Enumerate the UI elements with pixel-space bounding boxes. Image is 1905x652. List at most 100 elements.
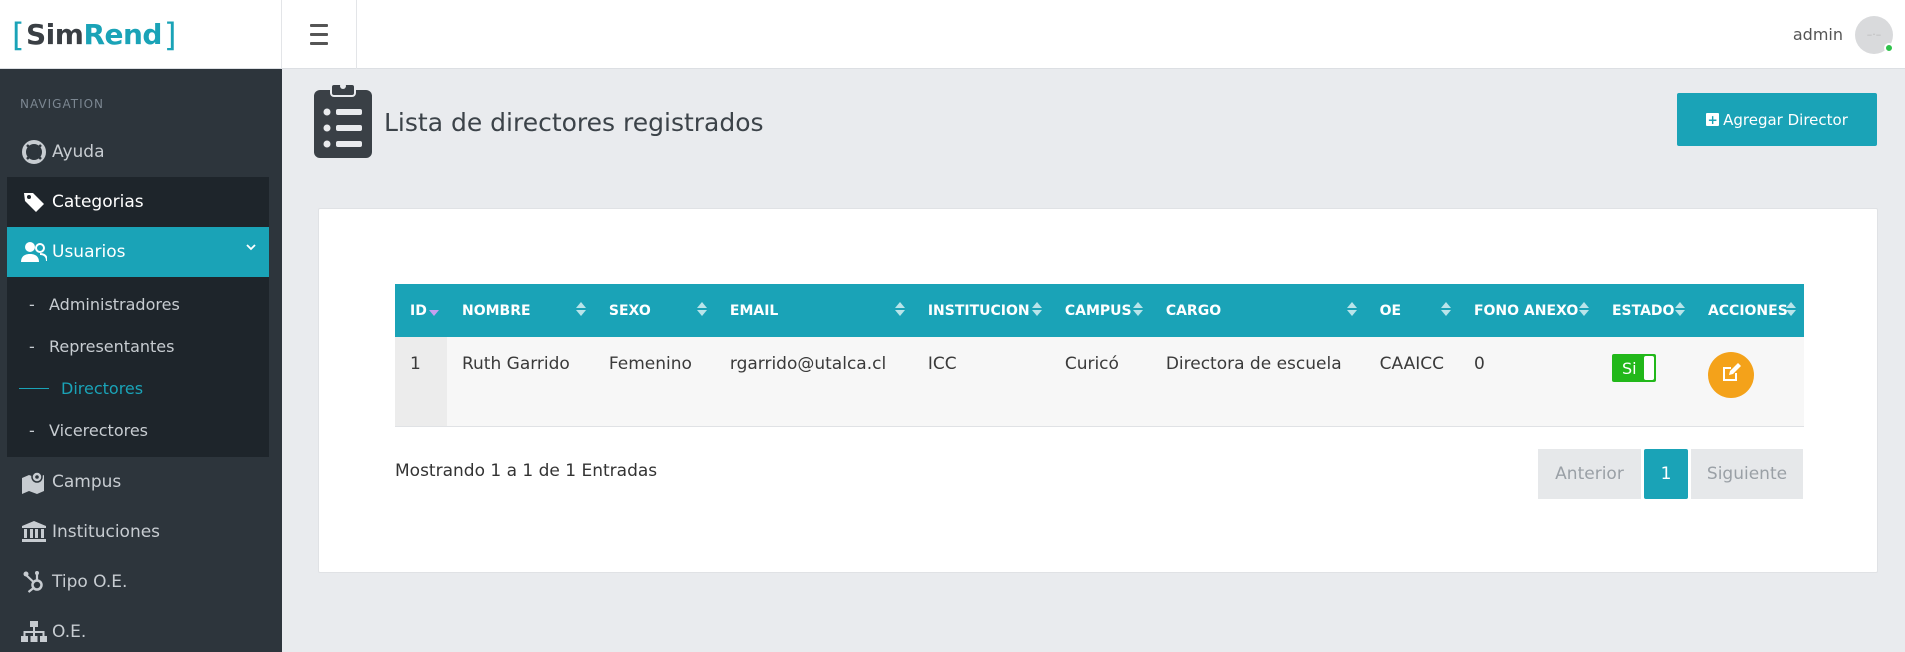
sort-icon bbox=[428, 302, 439, 316]
submenu-item-label: Representantes bbox=[49, 336, 175, 356]
sidebar-item-label: Ayuda bbox=[52, 142, 105, 162]
map-icon bbox=[20, 469, 48, 495]
online-status-icon bbox=[1884, 42, 1894, 53]
sidebar: NAVIGATION Ayuda Categorias Usuarios - A… bbox=[0, 69, 282, 652]
cell-sexo: Femenino bbox=[593, 337, 715, 427]
active-line-icon bbox=[19, 387, 49, 389]
sidebar-item-tipo-oe[interactable]: Tipo O.E. bbox=[0, 557, 282, 607]
dash-icon: - bbox=[29, 336, 35, 356]
cell-id: 1 bbox=[395, 337, 447, 427]
submenu-item-label: Administradores bbox=[49, 294, 180, 314]
institution-icon bbox=[20, 519, 48, 545]
cell-cargo: Directora de escuela bbox=[1150, 337, 1365, 427]
column-header-sexo[interactable]: SEXO bbox=[593, 284, 715, 337]
column-header-id[interactable]: ID bbox=[395, 284, 447, 337]
cell-nombre: Ruth Garrido bbox=[446, 337, 594, 427]
logo-bracket-open: [ bbox=[12, 15, 24, 54]
chevron-down-icon bbox=[245, 241, 257, 257]
column-header-fono-anexo[interactable]: FONO ANEXO bbox=[1458, 284, 1597, 337]
sort-icon bbox=[575, 302, 586, 316]
hamburger-icon bbox=[310, 21, 328, 48]
sort-icon bbox=[1132, 302, 1143, 316]
toggle-knob bbox=[1643, 356, 1654, 380]
column-label: OE bbox=[1379, 302, 1402, 319]
add-director-button[interactable]: + Agregar Director bbox=[1677, 93, 1877, 146]
directors-card: ID NOMBRE SEXO EMAIL INSTITUCION CAMPUS … bbox=[318, 208, 1878, 573]
logo-bracket-close: ] bbox=[163, 15, 176, 54]
column-label: SEXO bbox=[608, 302, 651, 319]
sidebar-item-label: Instituciones bbox=[52, 522, 161, 542]
logo-sim: Sim bbox=[25, 18, 84, 51]
column-header-estado[interactable]: ESTADO bbox=[1596, 284, 1693, 337]
column-header-email[interactable]: EMAIL bbox=[714, 284, 913, 337]
sidebar-item-campus[interactable]: Campus bbox=[0, 457, 282, 507]
hubspot-icon bbox=[20, 569, 48, 595]
plus-square-icon: + bbox=[1706, 112, 1720, 127]
column-header-institucion[interactable]: INSTITUCION bbox=[912, 284, 1050, 337]
pagination-page-1[interactable]: 1 bbox=[1644, 449, 1688, 499]
pagination-previous-button[interactable]: Anterior bbox=[1538, 449, 1641, 499]
pagination: Anterior 1 Siguiente bbox=[1538, 449, 1803, 499]
column-header-campus[interactable]: CAMPUS bbox=[1049, 284, 1151, 337]
life-ring-icon bbox=[20, 139, 48, 165]
submenu-item-vicerectores[interactable]: - Vicerectores bbox=[7, 409, 269, 451]
sort-icon bbox=[1674, 302, 1685, 316]
column-header-nombre[interactable]: NOMBRE bbox=[446, 284, 594, 337]
sort-icon bbox=[1440, 302, 1451, 316]
sidebar-item-label: Categorias bbox=[52, 192, 144, 212]
table-row: 1 Ruth Garrido Femenino rgarrido@utalca.… bbox=[395, 337, 1804, 427]
column-label: FONO ANEXO bbox=[1473, 302, 1579, 319]
cell-institucion: ICC bbox=[912, 337, 1050, 427]
sort-icon bbox=[1786, 302, 1796, 316]
cell-estado: Si bbox=[1596, 337, 1693, 427]
column-label: ID bbox=[410, 302, 427, 319]
edit-button[interactable] bbox=[1707, 352, 1754, 398]
sidebar-item-label: Usuarios bbox=[52, 242, 126, 262]
avatar-placeholder: –·– bbox=[1866, 28, 1882, 41]
menu-toggle-button[interactable] bbox=[282, 0, 357, 69]
submenu-item-directores[interactable]: Directores bbox=[7, 367, 269, 409]
usuarios-submenu: - Administradores - Representantes Direc… bbox=[7, 277, 269, 457]
avatar[interactable]: –·– bbox=[1855, 15, 1894, 54]
cell-email: rgarrido@utalca.cl bbox=[714, 337, 913, 427]
edit-icon bbox=[1721, 362, 1741, 388]
user-menu[interactable]: admin –·– bbox=[1793, 0, 1905, 69]
column-header-cargo[interactable]: CARGO bbox=[1150, 284, 1365, 337]
estado-toggle-label: Si bbox=[1621, 358, 1637, 378]
sidebar-item-usuarios[interactable]: Usuarios bbox=[7, 227, 269, 277]
column-header-oe[interactable]: OE bbox=[1364, 284, 1459, 337]
logo-rend: Rend bbox=[83, 18, 162, 51]
column-label: INSTITUCION bbox=[927, 302, 1030, 319]
sidebar-item-label: Tipo O.E. bbox=[52, 572, 128, 592]
column-label: CAMPUS bbox=[1064, 302, 1132, 319]
sidebar-item-label: Campus bbox=[52, 472, 122, 492]
cell-oe: CAAICC bbox=[1364, 337, 1459, 427]
column-header-acciones[interactable]: ACCIONES bbox=[1692, 284, 1804, 337]
sidebar-item-categorias[interactable]: Categorias bbox=[7, 177, 269, 227]
dash-icon: - bbox=[29, 420, 35, 440]
cell-campus: Curicó bbox=[1049, 337, 1151, 427]
sidebar-section-label: NAVIGATION bbox=[20, 97, 105, 111]
logo[interactable]: [ Sim Rend ] bbox=[12, 16, 176, 54]
top-bar: [ Sim Rend ] admin –·– bbox=[0, 0, 1905, 69]
sidebar-item-ayuda[interactable]: Ayuda bbox=[0, 127, 282, 177]
submenu-item-representantes[interactable]: - Representantes bbox=[7, 325, 269, 367]
cell-acciones bbox=[1692, 337, 1804, 427]
sidebar-item-instituciones[interactable]: Instituciones bbox=[0, 507, 282, 557]
sort-icon bbox=[1346, 302, 1357, 316]
sitemap-icon bbox=[20, 619, 48, 645]
sort-icon bbox=[894, 302, 905, 316]
directors-table: ID NOMBRE SEXO EMAIL INSTITUCION CAMPUS … bbox=[395, 284, 1804, 427]
add-director-label: Agregar Director bbox=[1723, 110, 1848, 129]
pagination-next-button[interactable]: Siguiente bbox=[1691, 449, 1803, 499]
estado-toggle[interactable]: Si bbox=[1611, 354, 1656, 382]
sort-icon bbox=[1578, 302, 1589, 316]
user-name[interactable]: admin bbox=[1793, 25, 1843, 44]
submenu-item-administradores[interactable]: - Administradores bbox=[7, 283, 269, 325]
logo-area[interactable]: [ Sim Rend ] bbox=[0, 0, 282, 69]
column-label: NOMBRE bbox=[461, 302, 531, 319]
sort-icon bbox=[1031, 302, 1042, 316]
column-label: EMAIL bbox=[729, 302, 779, 319]
dash-icon: - bbox=[29, 294, 35, 314]
sidebar-item-oe[interactable]: O.E. bbox=[0, 607, 282, 652]
